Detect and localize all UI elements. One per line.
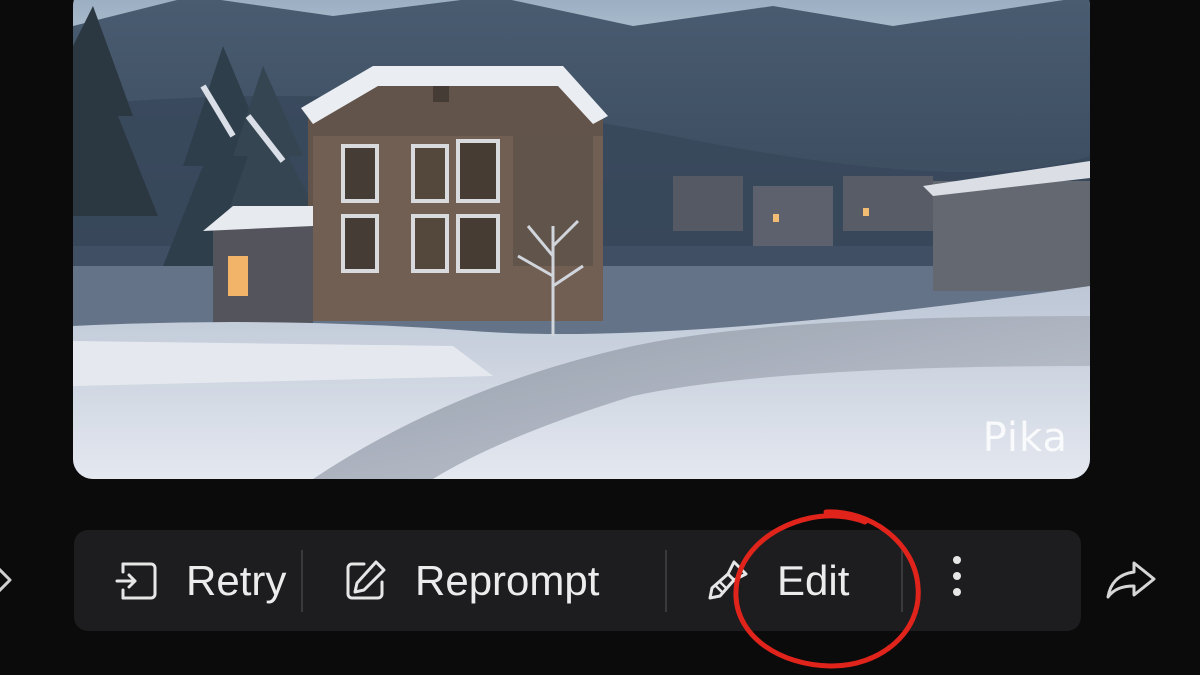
edit-label: Edit (777, 556, 850, 604)
pika-watermark: Pika (982, 415, 1068, 461)
more-options-button[interactable] (903, 530, 1081, 631)
edit-pencil-icon (341, 557, 389, 605)
snowy-village-scene (73, 0, 1090, 479)
reprompt-label: Reprompt (415, 556, 600, 604)
more-vertical-icon (951, 552, 963, 610)
paintbrush-icon (703, 557, 751, 605)
edit-button[interactable]: Edit (667, 530, 901, 631)
retry-button[interactable]: Retry (74, 530, 301, 631)
retry-label: Retry (186, 556, 287, 604)
share-arrow-icon[interactable] (1104, 557, 1160, 601)
app-stage: Pika Retry Reprompt Edit (0, 0, 1200, 675)
action-toolbar: Retry Reprompt Edit (74, 530, 1081, 631)
reprompt-button[interactable]: Reprompt (303, 530, 665, 631)
retry-icon (112, 557, 160, 605)
chevron-right-icon[interactable] (0, 562, 18, 598)
video-preview[interactable]: Pika (73, 0, 1090, 479)
